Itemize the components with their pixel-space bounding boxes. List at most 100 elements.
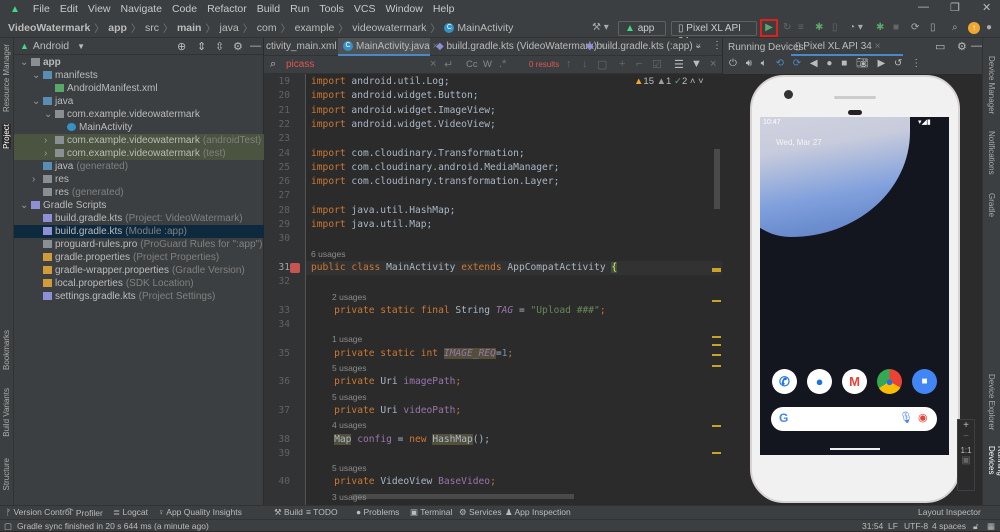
menu-file[interactable]: File: [28, 3, 55, 15]
menu-tools[interactable]: Tools: [314, 3, 349, 15]
stripe-project[interactable]: Project: [2, 124, 11, 149]
code-line[interactable]: [306, 132, 722, 146]
words-toggle[interactable]: W: [483, 59, 492, 70]
tree-item[interactable]: build.gradle.kts (Project: VideoWatermark…: [14, 212, 264, 225]
code-editor[interactable]: ▲15 ▲1 ✓2 ˄ ˅ import android.util.Log; im…: [306, 74, 722, 505]
line-number[interactable]: 30: [264, 232, 290, 246]
minimize-button[interactable]: —: [918, 1, 929, 13]
error-stripe-mark[interactable]: [712, 336, 721, 338]
code-line[interactable]: [306, 447, 722, 461]
phone-app-icon[interactable]: ✆: [772, 369, 797, 394]
usage-count[interactable]: 1 usage: [332, 334, 362, 344]
tree-item[interactable]: proguard-rules.pro (ProGuard Rules for ":…: [14, 238, 264, 251]
tree-item[interactable]: › com.example.videowatermark (androidTest): [14, 134, 264, 147]
code-line[interactable]: import com.cloudinary.android.MediaManag…: [306, 161, 722, 175]
line-number[interactable]: 26: [264, 175, 290, 189]
usage-hint[interactable]: 5 usages: [306, 361, 722, 375]
gmail-app-icon[interactable]: M: [842, 369, 867, 394]
menu-run[interactable]: Run: [285, 3, 314, 15]
tree-item[interactable]: settings.gradle.kts (Project Settings): [14, 290, 264, 303]
more-icon[interactable]: ⋮: [911, 58, 921, 69]
usage-hint[interactable]: 5 usages: [306, 390, 722, 404]
sync-gradle-icon[interactable]: ⟳: [911, 21, 919, 35]
locate-icon[interactable]: ⊕: [177, 40, 186, 53]
status-message[interactable]: Gradle sync finished in 20 s 644 ms (a m…: [17, 521, 209, 531]
menu-vcs[interactable]: VCS: [349, 3, 381, 15]
breadcrumb-project[interactable]: VideoWatermark: [8, 22, 90, 34]
stripe-gradle[interactable]: Gradle: [987, 193, 996, 217]
stripe-build-variants[interactable]: Build Variants: [2, 388, 11, 437]
usage-count[interactable]: 4 usages: [332, 420, 367, 430]
select-all-occurrences-icon[interactable]: ▢: [597, 58, 607, 71]
add-occurrence-icon[interactable]: +: [619, 58, 625, 70]
code-line[interactable]: private static int IMAGE_REQ=1;: [306, 347, 722, 361]
stripe-running-devices[interactable]: Running Devices: [987, 446, 1000, 505]
line-number[interactable]: 39: [264, 447, 290, 461]
tree-item[interactable]: local.properties (SDK Location): [14, 277, 264, 290]
tool-window-terminal[interactable]: ▣ Terminal: [410, 507, 452, 518]
tab-build-gradle-app[interactable]: ◆ build.gradle.kts (:app) ×: [582, 38, 701, 56]
line-number[interactable]: 29: [264, 218, 290, 232]
line-number[interactable]: 22: [264, 118, 290, 132]
microphone-icon[interactable]: 🎙︎: [899, 411, 913, 424]
filter-icon[interactable]: ▼: [691, 58, 702, 70]
error-stripe-mark[interactable]: [712, 425, 721, 427]
zoom-out-button[interactable]: −: [958, 431, 974, 442]
line-number[interactable]: 21: [264, 104, 290, 118]
code-line[interactable]: import java.util.Map;: [306, 218, 722, 232]
zoom-actual-button[interactable]: 1:1: [958, 446, 974, 455]
menu-code[interactable]: Code: [167, 3, 202, 15]
status-icon[interactable]: ▢: [4, 521, 12, 532]
close-window-button[interactable]: ✕: [982, 1, 991, 14]
screen-record-icon[interactable]: ▶: [878, 58, 886, 69]
filter-options-icon[interactable]: ☰: [674, 58, 684, 71]
error-stripe-mark[interactable]: [712, 452, 721, 454]
device-select[interactable]: ▯ Pixel XL API 34 ▾: [671, 21, 757, 47]
code-line[interactable]: public class MainActivity extends AppCom…: [306, 260, 722, 276]
gesture-nav-bar[interactable]: [830, 448, 880, 450]
error-stripe-mark[interactable]: [712, 300, 721, 302]
breadcrumb-class[interactable]: MainActivity: [457, 22, 513, 34]
file-encoding[interactable]: UTF-8: [904, 521, 928, 531]
tab-mainactivity-java[interactable]: C MainActivity.java ×: [338, 38, 438, 56]
line-number[interactable]: 25: [264, 161, 290, 175]
tree-item[interactable]: ⌄ com.example.videowatermark: [14, 108, 264, 121]
tab-build-gradle-project[interactable]: ◆ build.gradle.kts (VideoWatermark) ×: [432, 38, 606, 56]
tab-activity-main-xml[interactable]: ctivity_main.xml ×: [264, 38, 345, 56]
hide-panel-icon[interactable]: —: [250, 40, 261, 52]
rotate-right-icon[interactable]: ⟳: [793, 58, 801, 69]
tool-window-services[interactable]: ⚙ Services: [459, 507, 502, 518]
code-line[interactable]: private Uri videoPath;: [306, 404, 722, 418]
class-gutter-icon[interactable]: [290, 262, 300, 273]
google-search-bar[interactable]: G 🎙︎ ◉: [771, 407, 937, 431]
error-stripe-mark[interactable]: [712, 354, 721, 356]
line-number[interactable]: 34: [264, 318, 290, 332]
code-line[interactable]: import android.widget.Button;: [306, 89, 722, 103]
usage-count[interactable]: 5 usages: [332, 363, 367, 373]
tree-item[interactable]: ⌄ app: [14, 56, 264, 69]
usage-hint[interactable]: 4 usages: [306, 418, 722, 432]
line-number[interactable]: 20: [264, 89, 290, 103]
tree-item[interactable]: java (generated): [14, 160, 264, 173]
tree-item[interactable]: AndroidManifest.xml: [14, 82, 264, 95]
tree-item[interactable]: › res: [14, 173, 264, 186]
screenshot-icon[interactable]: 📷︎: [856, 58, 869, 69]
error-stripe-mark[interactable]: [712, 365, 721, 367]
tree-item[interactable]: MainActivity: [14, 121, 264, 134]
back-icon[interactable]: ◀: [810, 58, 818, 69]
breadcrumb-app[interactable]: app: [108, 22, 127, 34]
code-line[interactable]: [306, 275, 722, 289]
lock-icon[interactable]: 🔓︎: [973, 521, 979, 532]
error-stripe-mark[interactable]: [712, 344, 721, 346]
close-tab-icon[interactable]: ×: [875, 41, 881, 52]
code-line[interactable]: private VideoView BaseVideo;: [306, 475, 722, 489]
code-line[interactable]: import android.util.Log;: [306, 75, 722, 89]
window-options-icon[interactable]: ▭: [935, 40, 945, 53]
breadcrumb-main[interactable]: main: [177, 22, 202, 34]
stripe-device-explorer[interactable]: Device Explorer: [987, 374, 996, 430]
tree-item[interactable]: build.gradle.kts (Module :app): [14, 225, 264, 238]
chevron-down-icon[interactable]: ▼: [77, 42, 85, 51]
error-stripe-mark[interactable]: [712, 270, 721, 272]
account-icon[interactable]: ●: [986, 21, 992, 35]
match-case-toggle[interactable]: Cc: [466, 59, 478, 70]
